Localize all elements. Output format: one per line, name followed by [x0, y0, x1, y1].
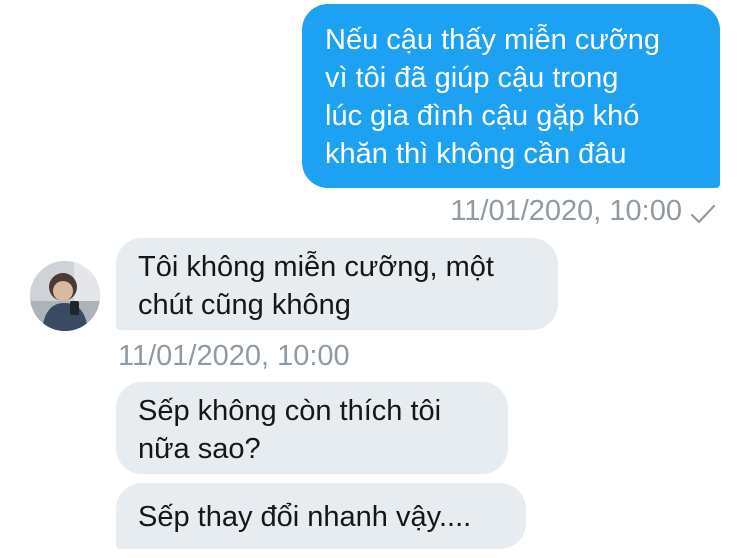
received-message-timestamp: 11/01/2020, 10:00: [118, 340, 350, 372]
sent-message-bubble[interactable]: Nếu cậu thấy miễn cưỡng vì tôi đã giúp c…: [302, 4, 720, 188]
sent-message-timestamp: 11/01/2020, 10:00: [450, 195, 682, 227]
received-message-bubble[interactable]: Sếp thay đổi nhanh vậy....: [116, 483, 526, 549]
user-avatar[interactable]: [30, 261, 100, 331]
avatar-photo-icon: [30, 261, 100, 331]
check-icon: [690, 204, 716, 224]
received-message-bubble[interactable]: Sếp không còn thích tôi nữa sao?: [116, 382, 508, 474]
received-message-bubble[interactable]: Tôi không miễn cưỡng, một chút cũng khôn…: [116, 238, 558, 330]
